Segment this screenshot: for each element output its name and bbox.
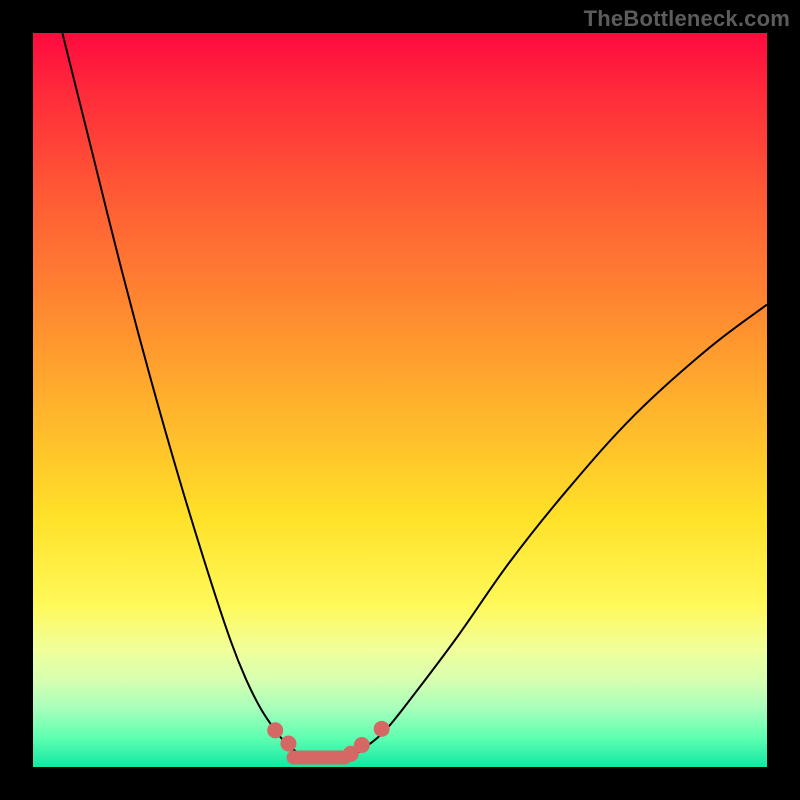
- watermark: TheBottleneck.com: [584, 6, 790, 32]
- curve-left: [62, 33, 312, 758]
- data-marker: [374, 721, 390, 737]
- chart-frame: TheBottleneck.com: [0, 0, 800, 800]
- data-marker: [354, 737, 370, 753]
- chart-overlay: [33, 33, 767, 767]
- data-marker: [280, 736, 296, 752]
- data-marker: [267, 722, 283, 738]
- curve-right: [341, 305, 767, 759]
